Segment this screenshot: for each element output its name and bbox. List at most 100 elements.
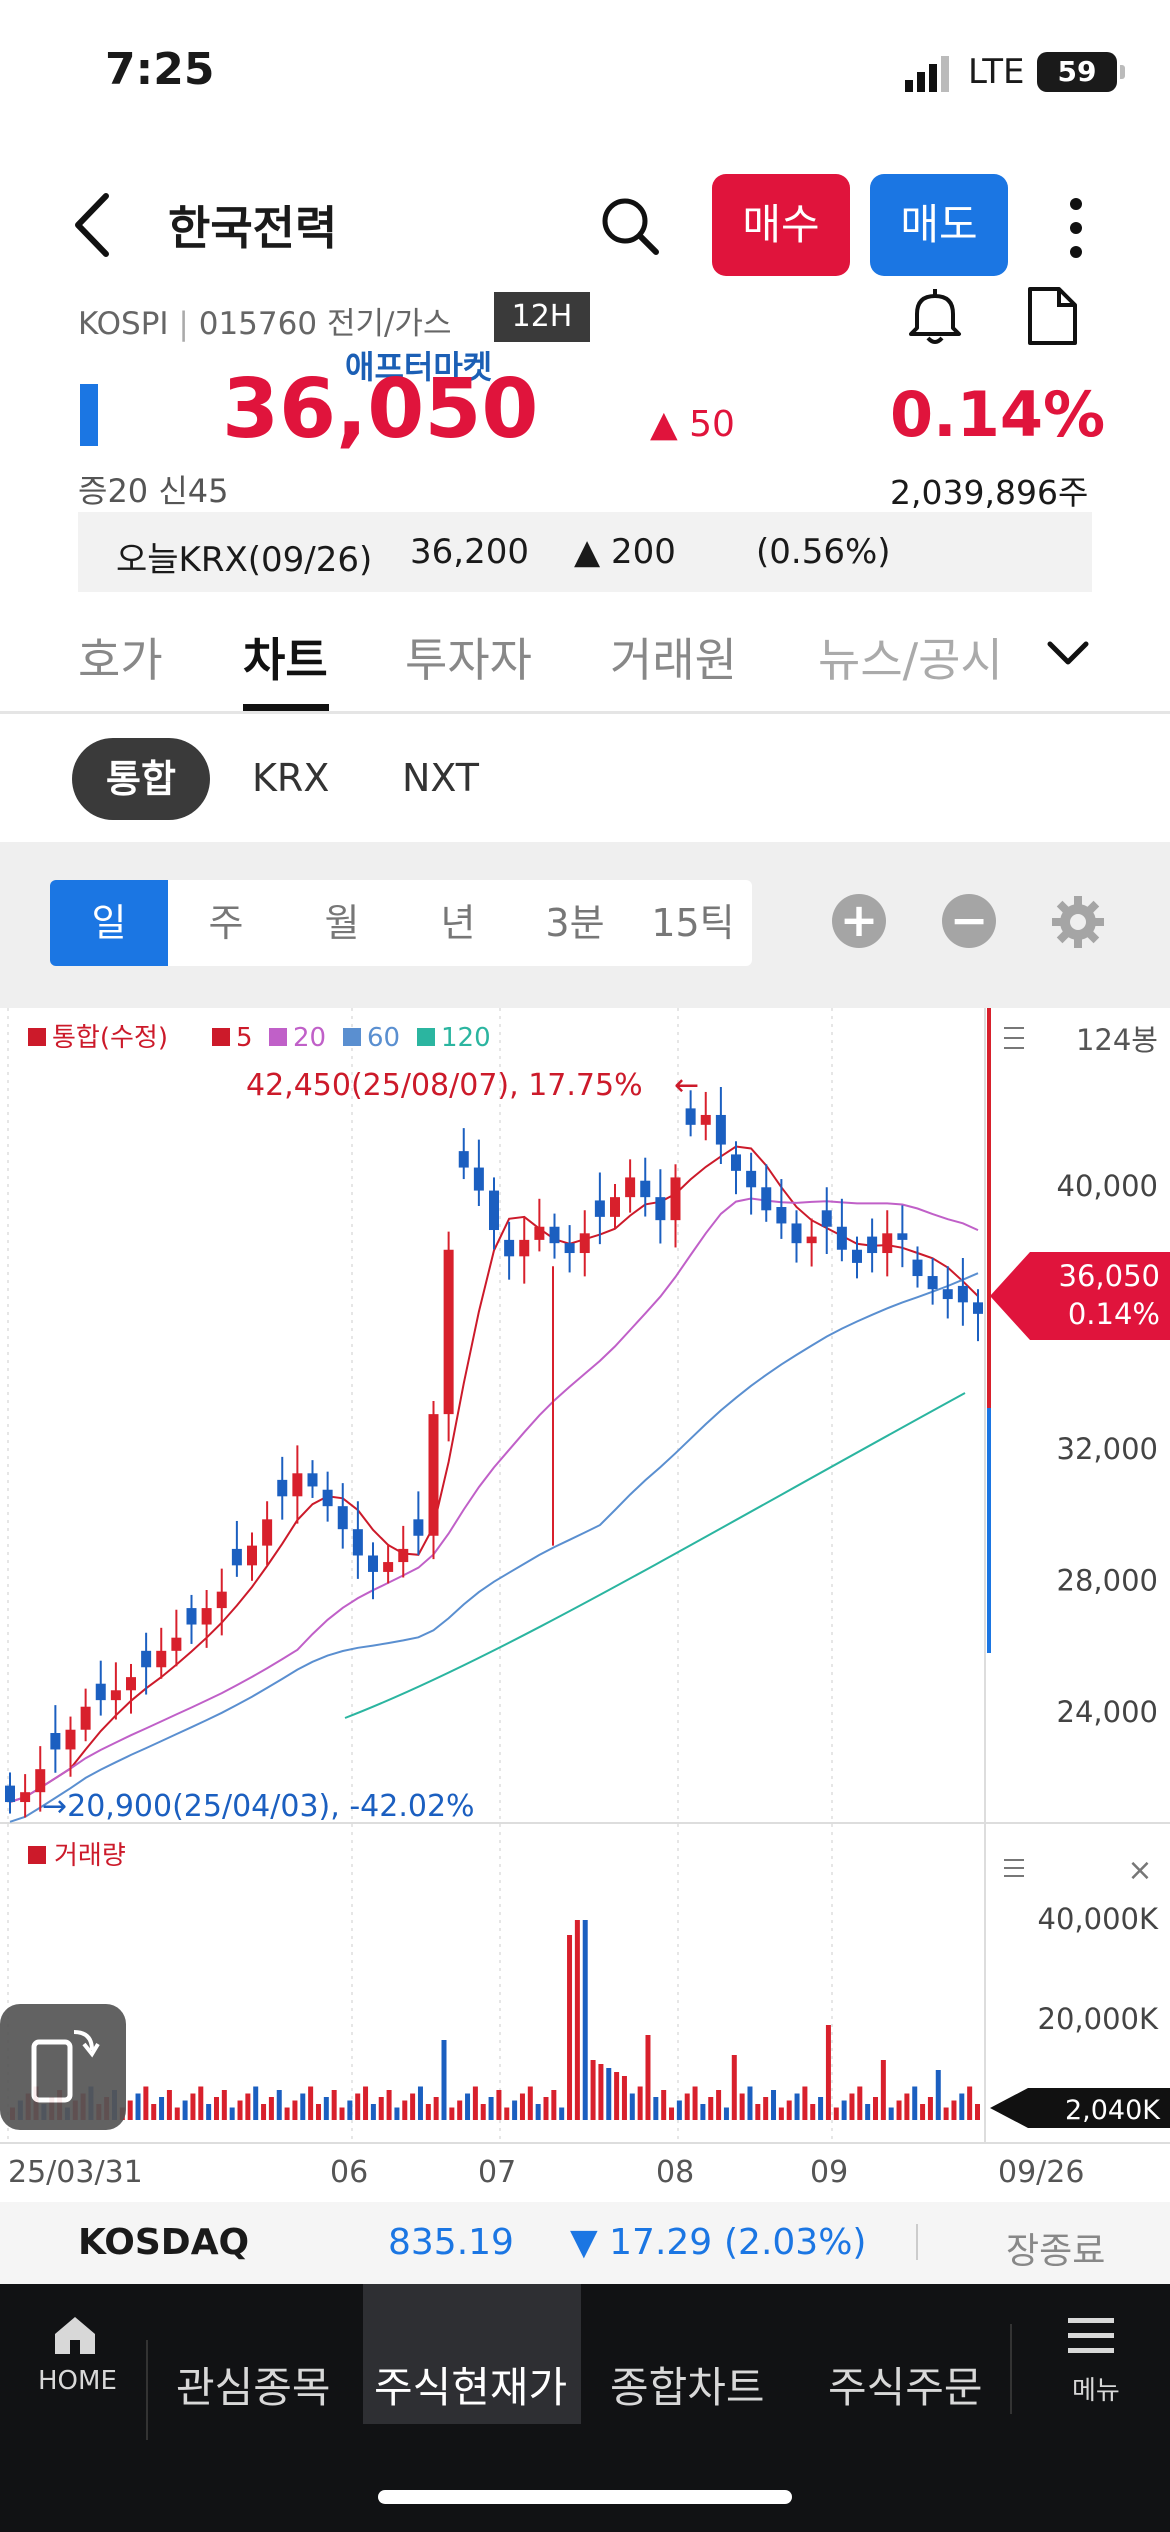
x-tick-label: 06 xyxy=(330,2155,368,2190)
buy-button[interactable]: 매수 xyxy=(712,174,850,276)
candle-body xyxy=(761,1187,772,1211)
nav-home-label: HOME xyxy=(38,2366,117,2396)
sell-button[interactable]: 매도 xyxy=(870,174,1008,276)
rotate-icon xyxy=(31,2030,100,2103)
chevron-down-icon[interactable] xyxy=(1046,640,1090,668)
x-tick-label: 09 xyxy=(810,2155,848,2190)
exchange-combined[interactable]: 통합 xyxy=(72,738,210,820)
volume-bar xyxy=(213,2097,219,2120)
candle-body xyxy=(141,1650,152,1668)
volume-bar xyxy=(551,2090,557,2120)
period-month[interactable]: 월 xyxy=(284,880,400,966)
nav-order[interactable]: 주식주문 xyxy=(828,2354,983,2415)
volume-bar xyxy=(841,2100,847,2120)
volume-bar xyxy=(951,2100,957,2120)
minus-circle-icon[interactable]: − xyxy=(942,894,996,948)
x-tick-label: 25/03/31 xyxy=(8,2155,143,2190)
volume-bar xyxy=(669,2107,675,2120)
price-chart[interactable]: 40,000 32,000 28,000 24,000 124봉 통합(수정) 5 20 60 1… xyxy=(0,1008,1170,2200)
volume-bar xyxy=(488,2097,494,2120)
volume-bar xyxy=(425,2104,431,2120)
volume-bar xyxy=(504,2107,510,2120)
candle-body xyxy=(458,1151,469,1168)
period-week[interactable]: 주 xyxy=(168,880,284,966)
volume-bar xyxy=(637,2086,643,2120)
volume-bar xyxy=(543,2097,549,2120)
volume-bar xyxy=(810,2104,816,2120)
hamburger-menu-icon xyxy=(1068,2318,1114,2353)
volume-bar xyxy=(166,2090,172,2120)
period-day[interactable]: 일 xyxy=(50,880,168,966)
nav-menu[interactable]: 메뉴 xyxy=(1054,2316,1134,2416)
x-tick-label: 07 xyxy=(478,2155,516,2190)
legend-swatch xyxy=(417,1028,435,1046)
volume-bar xyxy=(331,2090,337,2120)
candle-body xyxy=(489,1190,499,1231)
volume-bar xyxy=(802,2086,808,2120)
volume-bar xyxy=(496,2090,502,2120)
exchange-nxt[interactable]: NXT xyxy=(402,756,479,800)
volume-bar xyxy=(904,2093,910,2120)
gear-icon[interactable] xyxy=(1050,894,1106,950)
candle-body xyxy=(171,1637,182,1651)
period-3min[interactable]: 3분 xyxy=(516,880,634,966)
stock-code: 015760 xyxy=(198,306,318,342)
candle-body xyxy=(80,1706,91,1730)
stock-name: 한국전력 xyxy=(168,201,338,255)
more-vertical-icon[interactable] xyxy=(1062,196,1090,260)
plus-circle-icon[interactable]: + xyxy=(832,894,886,948)
candle-body xyxy=(216,1591,227,1609)
nav-combined-chart[interactable]: 종합차트 xyxy=(610,2354,765,2415)
candle-body xyxy=(700,1114,711,1125)
volume-bar xyxy=(410,2093,416,2120)
rotate-screen-button[interactable] xyxy=(0,2004,126,2130)
volume-bar xyxy=(739,2093,745,2120)
volume-bar xyxy=(621,2076,627,2120)
legend-swatch xyxy=(343,1028,361,1046)
volume-bar xyxy=(237,2100,243,2120)
current-price: 36,050 xyxy=(222,362,539,457)
document-icon[interactable] xyxy=(1025,286,1079,346)
candle-body xyxy=(186,1608,197,1625)
candle-body xyxy=(655,1197,666,1221)
volume-bar xyxy=(221,2090,227,2120)
candle-body xyxy=(337,1506,348,1530)
nav-menu-label: 메뉴 xyxy=(1072,2376,1120,2406)
volume-bar xyxy=(433,2097,439,2120)
period-15tick[interactable]: 15틱 xyxy=(634,880,752,966)
nav-watchlist[interactable]: 관심종목 xyxy=(176,2354,331,2415)
volume-bar xyxy=(190,2093,196,2120)
candle-body xyxy=(715,1114,726,1145)
tab-investor[interactable]: 투자자 xyxy=(405,624,532,690)
tab-active-indicator xyxy=(243,704,329,711)
ma60-line xyxy=(9,1272,979,1823)
y-tick-label: 32,000 xyxy=(1057,1432,1158,1466)
tab-news[interactable]: 뉴스/공시 xyxy=(818,624,1003,690)
krx-rate: (0.56%) xyxy=(756,532,891,572)
volume-bar xyxy=(276,2090,282,2120)
candle-body xyxy=(65,1729,76,1750)
volume-bar xyxy=(629,2093,635,2120)
nav-home[interactable]: HOME xyxy=(30,2314,120,2414)
exchange-krx[interactable]: KRX xyxy=(252,756,329,800)
tab-chart[interactable]: 차트 xyxy=(243,624,328,690)
candle-body xyxy=(383,1562,394,1572)
nav-current-price[interactable]: 주식현재가 xyxy=(374,2354,567,2415)
search-icon[interactable] xyxy=(598,194,662,258)
chevron-left-icon[interactable] xyxy=(70,190,114,260)
index-ticker-bar[interactable]: KOSDAQ 835.19 ▼ 17.29 (2.03%) 장종료 xyxy=(0,2202,1170,2286)
candle-body xyxy=(352,1529,363,1556)
krx-price: 36,200 xyxy=(410,532,529,572)
volume-bar xyxy=(370,2104,376,2120)
period-year[interactable]: 년 xyxy=(400,880,516,966)
volume-legend-swatch xyxy=(28,1846,46,1864)
volume-bar xyxy=(747,2086,753,2120)
tab-orderbook[interactable]: 호가 xyxy=(78,624,163,690)
index-rate: (2.03%) xyxy=(724,2222,867,2263)
candle-body xyxy=(277,1479,288,1497)
bell-icon[interactable] xyxy=(905,286,965,346)
volume-bar xyxy=(723,2107,729,2120)
index-name: KOSDAQ xyxy=(78,2222,250,2263)
tab-broker[interactable]: 거래원 xyxy=(610,624,737,690)
volume-bar xyxy=(833,2107,839,2120)
